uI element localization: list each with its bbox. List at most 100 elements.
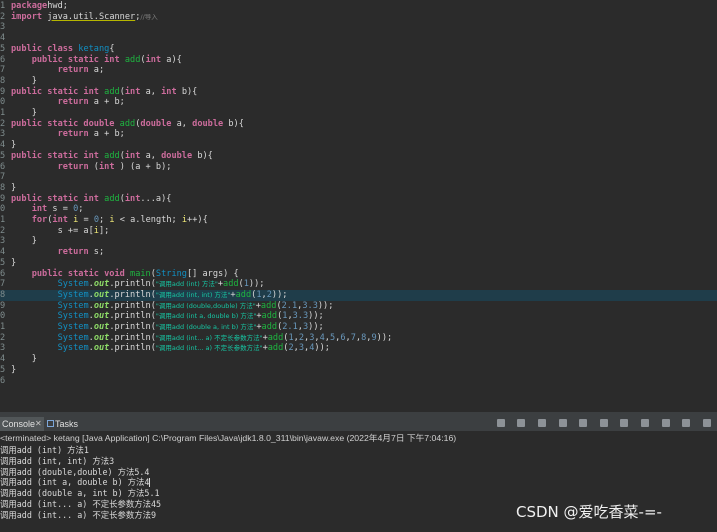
code-line[interactable]: 4 return s;: [0, 247, 717, 258]
code-token: add: [104, 150, 120, 161]
code-line[interactable]: 1 }: [0, 108, 717, 119]
line-number: 8: [0, 75, 6, 86]
console-output-line: 调用add (double,double) 方法5.4: [0, 466, 150, 477]
code-token: public static int: [11, 150, 99, 161]
code-text: System.out.println("调用add (int... a) 不定长…: [11, 332, 393, 344]
terminate-icon[interactable]: [496, 419, 505, 427]
code-text: }: [11, 258, 16, 269]
line-number: 7: [0, 279, 6, 290]
scroll-lock-icon[interactable]: [579, 419, 588, 427]
code-line[interactable]: 4: [0, 33, 717, 44]
code-token: ) (a + b);: [114, 161, 172, 172]
open-console-icon[interactable]: [661, 419, 670, 427]
code-line[interactable]: 9 public static int add(int...a){: [0, 194, 717, 205]
code-text: public static void main(String[] args) {: [11, 269, 239, 280]
code-line[interactable]: 5 public static int add(int a, double b){: [0, 151, 717, 162]
line-number: 4: [0, 140, 6, 151]
code-line[interactable]: 4}: [0, 140, 717, 151]
remove-launch-icon[interactable]: [517, 419, 526, 427]
code-token: java.util.Scanner: [47, 11, 136, 22]
code-line[interactable]: 0 int s = 0;: [0, 204, 717, 215]
code-text: }: [11, 236, 37, 247]
line-number: 1: [0, 108, 6, 118]
code-line[interactable]: 5}: [0, 365, 717, 376]
code-text: }: [11, 140, 16, 151]
code-token: add: [119, 118, 136, 129]
code-token: return: [57, 247, 89, 258]
line-number: 2: [0, 225, 6, 236]
code-line[interactable]: 2 public static double add(double a, doub…: [0, 119, 717, 130]
code-text: }: [11, 365, 16, 376]
code-line[interactable]: 6 return (int ) (a + b);: [0, 162, 717, 173]
code-line[interactable]: 6 public static void main(String[] args)…: [0, 269, 717, 280]
code-line[interactable]: 0 return a + b;: [0, 97, 717, 108]
text-cursor: [149, 478, 151, 488]
clear-console-icon[interactable]: [558, 419, 567, 427]
code-line[interactable]: 7 System.out.println("调用add (int) 方法"+ad…: [0, 279, 717, 290]
line-number: 3: [0, 343, 6, 354]
code-line[interactable]: 1 System.out.println("调用add (double a, i…: [0, 322, 717, 333]
code-token: }: [11, 140, 17, 151]
code-token: ));: [308, 311, 324, 322]
code-editor[interactable]: 1 packagehwd; 2 import java.util.Scanner;//…: [0, 0, 717, 412]
code-token: int: [145, 54, 162, 65]
code-line[interactable]: 2 import java.util.Scanner;//导入: [0, 12, 717, 23]
code-line[interactable]: 1 for(int i = 0; i < a.length; i++){: [0, 215, 717, 226]
code-text: System.out.println("调用add (int a, double…: [11, 311, 324, 322]
console-launch-status: <terminated> ketang [Java Application] C…: [0, 432, 717, 444]
code-token: .println(: [109, 343, 156, 354]
code-token: System: [57, 343, 89, 354]
code-line[interactable]: 6: [0, 376, 717, 387]
code-line[interactable]: 3 System.out.println("调用add (int... a) 不…: [0, 343, 717, 354]
code-line[interactable]: 3 return a + b;: [0, 129, 717, 140]
code-token: }: [11, 108, 37, 118]
code-token: s;: [88, 247, 105, 258]
code-token: b){: [223, 118, 244, 129]
code-line[interactable]: 7: [0, 172, 717, 183]
remove-all-icon[interactable]: [537, 419, 546, 427]
code-line[interactable]: 2 System.out.println("调用add (int... a) 不…: [0, 333, 717, 344]
minimize-icon[interactable]: [682, 419, 691, 427]
code-text: s += a[i];: [11, 226, 110, 237]
code-line[interactable]: 1 packagehwd;: [0, 1, 717, 12]
line-number: 7: [0, 172, 6, 183]
display-console-icon[interactable]: [641, 419, 650, 427]
maximize-icon[interactable]: [703, 419, 711, 427]
line-number: 1: [0, 322, 6, 332]
code-line[interactable]: 8}: [0, 183, 717, 194]
code-token: 3.3: [292, 311, 309, 322]
code-line[interactable]: 8 }: [0, 76, 717, 87]
code-line[interactable]: 5}: [0, 258, 717, 269]
code-line[interactable]: 3 }: [0, 236, 717, 247]
code-text: }: [11, 108, 37, 119]
code-token: ));: [308, 322, 324, 332]
code-line[interactable]: 0 System.out.println("调用add (int a, doub…: [0, 311, 717, 322]
code-token: ;: [99, 215, 110, 225]
code-line[interactable]: 7 return a;: [0, 65, 717, 76]
code-token: s =: [47, 204, 74, 215]
code-line[interactable]: 5 public class ketang{: [0, 44, 717, 55]
code-token: int: [161, 86, 177, 97]
console-output-line: 调用add (int a, double b) 方法4: [0, 477, 151, 488]
pin-console-icon[interactable]: [620, 419, 629, 427]
code-token: a,: [171, 118, 193, 129]
code-line[interactable]: 4 }: [0, 354, 717, 365]
code-line[interactable]: 8 System.out.println("调用add (int, int) 方…: [0, 289, 717, 301]
code-line[interactable]: 6 public static int add(int a){: [0, 55, 717, 66]
tab-tasks[interactable]: Tasks: [46, 417, 78, 431]
close-icon[interactable]: ✕: [35, 417, 42, 431]
code-token: public static int: [31, 54, 120, 65]
code-line[interactable]: 9 System.out.println("调用add (double,doub…: [0, 301, 717, 312]
word-wrap-icon[interactable]: [599, 419, 608, 427]
code-token: main: [130, 268, 151, 279]
code-token: }: [11, 257, 17, 268]
code-line[interactable]: 3: [0, 22, 717, 33]
code-token: .println(: [109, 332, 156, 343]
code-line[interactable]: 9 public static int add(int a, int b){: [0, 87, 717, 98]
code-line[interactable]: 2 s += a[i];: [0, 226, 717, 237]
code-token: int: [52, 215, 68, 225]
tab-console[interactable]: Console ✕: [0, 417, 44, 431]
